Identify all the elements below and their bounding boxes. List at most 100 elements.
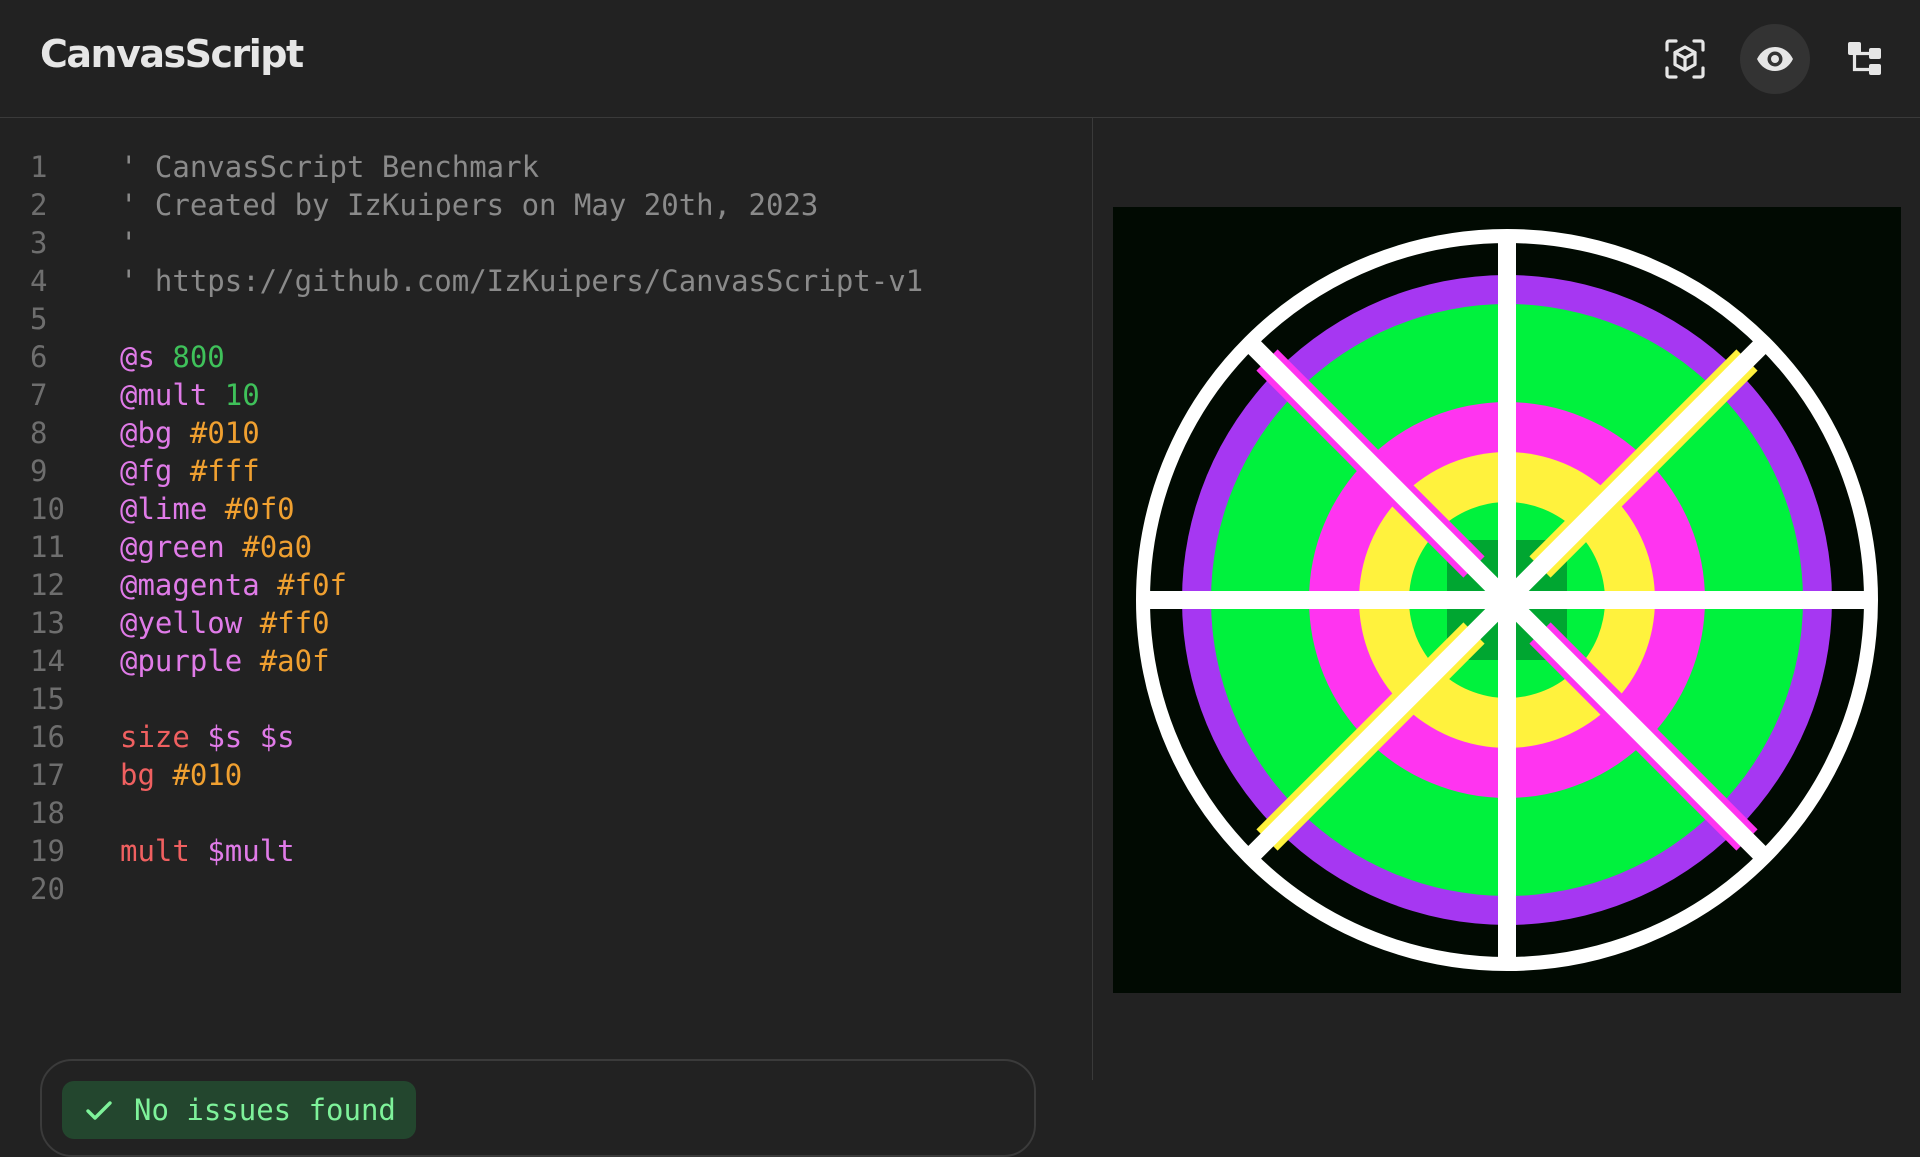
code-token: @s [120, 340, 155, 374]
code-line[interactable]: 6 @s 800 [0, 338, 1092, 376]
line-number: 4 [30, 264, 48, 298]
code-token: mult [120, 834, 190, 868]
check-icon [86, 1101, 112, 1120]
code-line[interactable]: 7 @mult 10 [0, 376, 1092, 414]
line-number: 16 [30, 720, 65, 754]
line-number: 10 [30, 492, 65, 526]
line-number: 14 [30, 644, 65, 678]
code-token: #ff0 [259, 606, 330, 640]
code-token: bg [120, 758, 155, 792]
code-line[interactable]: 5 [0, 300, 1092, 338]
app-header: CanvasScript [0, 0, 1920, 118]
line-number: 1 [30, 150, 48, 184]
code-token: #f0f [277, 568, 347, 602]
code-token: ' CanvasScript Benchmark [120, 150, 540, 184]
code-token: 800 [172, 340, 225, 374]
code-area[interactable]: 1 ' CanvasScript Benchmark 2 ' Created by I… [0, 148, 1092, 1018]
line-number: 8 [30, 416, 48, 450]
code-token: @purple [120, 644, 243, 678]
app-title: CanvasScript [40, 32, 304, 76]
code-line[interactable]: 14 @purple #a0f [0, 642, 1092, 680]
code-line[interactable]: 19 mult $mult [0, 832, 1092, 870]
code-token: @green [120, 530, 225, 564]
structure-tree-button[interactable] [1830, 24, 1900, 94]
preview-toggle-button[interactable] [1740, 24, 1810, 94]
line-number: 7 [30, 378, 48, 412]
code-line[interactable]: 1 ' CanvasScript Benchmark [0, 148, 1092, 186]
line-number: 20 [30, 872, 65, 906]
line-number: 3 [30, 226, 48, 260]
eye-icon [1757, 47, 1793, 71]
code-line[interactable]: 18 [0, 794, 1092, 832]
code-text: @lime #0f0 [120, 490, 295, 528]
line-number: 9 [30, 454, 48, 488]
code-token: @lime [120, 492, 208, 526]
cube-scan-icon [1665, 39, 1705, 79]
code-token: #0a0 [242, 530, 313, 564]
line-number: 5 [30, 302, 48, 336]
code-line[interactable]: 3 ' [0, 224, 1092, 262]
tree-icon [1848, 42, 1881, 75]
line-number: 11 [30, 530, 65, 564]
render-3d-button[interactable] [1650, 24, 1720, 94]
line-number: 15 [30, 682, 65, 716]
line-number: 19 [30, 834, 65, 868]
code-token: @mult [120, 378, 208, 412]
code-text: mult $mult [120, 832, 295, 870]
canvas-preview [1113, 207, 1901, 993]
code-token: $s [207, 720, 243, 754]
code-text: ' [120, 224, 137, 262]
code-token: #010 [172, 758, 243, 792]
line-number: 17 [30, 758, 65, 792]
code-line[interactable]: 9 @fg #fff [0, 452, 1092, 490]
code-text: @green #0a0 [120, 528, 312, 566]
code-text: @fg #fff [120, 452, 260, 490]
diagnostics-panel: No issues found [40, 1059, 1036, 1157]
code-text: bg #010 [120, 756, 242, 794]
code-token: $s [259, 720, 295, 754]
code-token: @bg [120, 416, 173, 450]
line-number: 6 [30, 340, 48, 374]
rendered-canvas [1136, 229, 1878, 971]
code-editor[interactable]: 1 ' CanvasScript Benchmark 2 ' Created by I… [0, 118, 1093, 1157]
code-token: 10 [224, 378, 260, 412]
code-token: size [120, 720, 190, 754]
code-text: @yellow #ff0 [120, 604, 330, 642]
code-text: @s 800 [120, 338, 225, 376]
code-line[interactable]: 13 @yellow #ff0 [0, 604, 1092, 642]
code-line[interactable]: 10 @lime #0f0 [0, 490, 1092, 528]
code-line[interactable]: 15 [0, 680, 1092, 718]
code-token: ' https://github.com/IzKuipers/CanvasScr… [120, 264, 924, 298]
code-text: @mult 10 [120, 376, 260, 414]
code-token: #0f0 [224, 492, 295, 526]
code-token: #fff [189, 454, 260, 488]
code-line[interactable]: 4 ' https://github.com/IzKuipers/CanvasSc… [0, 262, 1092, 300]
line-number: 12 [30, 568, 65, 602]
status-text: No issues found [134, 1093, 396, 1127]
code-token: $mult [207, 834, 295, 868]
code-text: ' Created by IzKuipers on May 20th, 2023 [120, 186, 818, 224]
code-line[interactable]: 17 bg #010 [0, 756, 1092, 794]
code-text: @purple #a0f [120, 642, 330, 680]
code-line[interactable]: 12 @magenta #f0f [0, 566, 1092, 604]
code-line[interactable]: 16 size $s $s [0, 718, 1092, 756]
code-token: @magenta [120, 568, 260, 602]
code-line[interactable]: 11 @green #0a0 [0, 528, 1092, 566]
line-number: 13 [30, 606, 65, 640]
code-text: @bg #010 [120, 414, 260, 452]
code-token: ' Created by IzKuipers on May 20th, 2023 [120, 188, 819, 222]
code-line[interactable]: 8 @bg #010 [0, 414, 1092, 452]
code-line[interactable]: 2 ' Created by IzKuipers on May 20th, 202… [0, 186, 1092, 224]
code-line[interactable]: 20 [0, 870, 1092, 908]
